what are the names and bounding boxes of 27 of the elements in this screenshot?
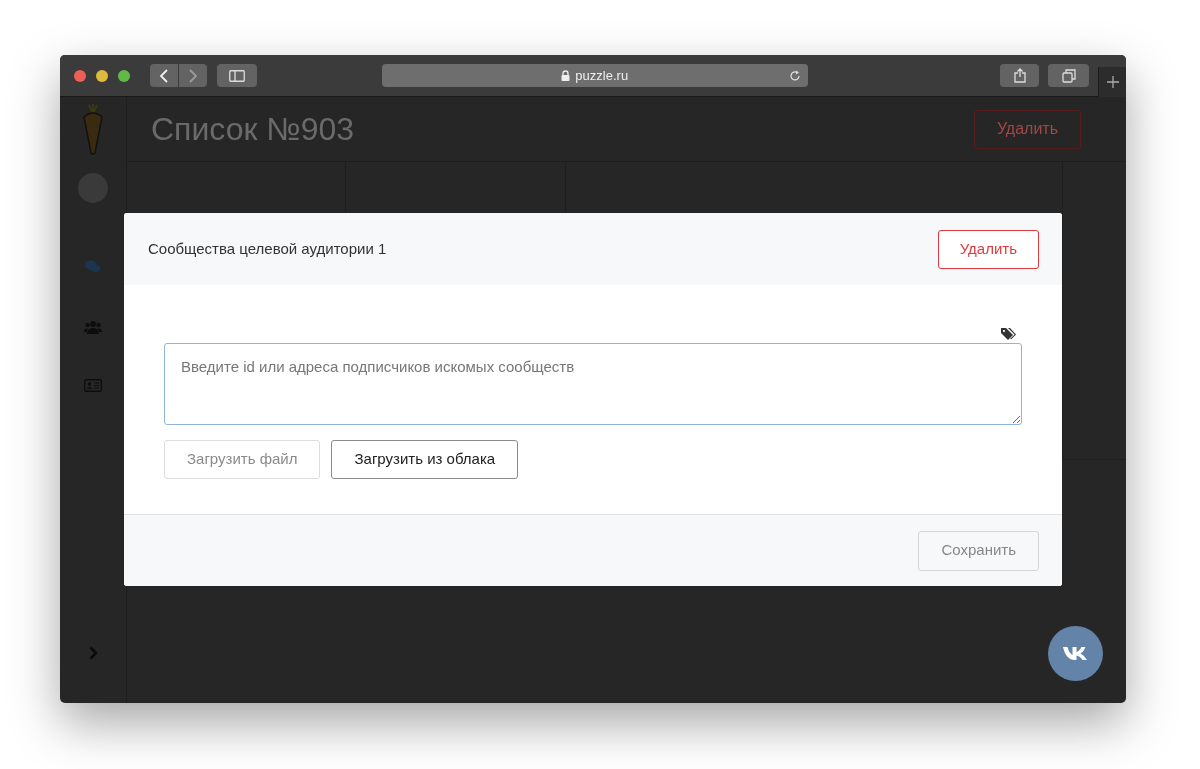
vk-logo-icon bbox=[1062, 646, 1089, 661]
share-icon bbox=[1013, 68, 1026, 83]
sidebar-toggle-button[interactable] bbox=[217, 64, 257, 87]
close-window-icon[interactable] bbox=[74, 69, 86, 82]
subscribers-input-field[interactable]: Введите id или адреса подписчиков искомых сообществ bbox=[164, 343, 1022, 425]
tabs-button[interactable] bbox=[1048, 64, 1090, 87]
url-text: puzzle.ru bbox=[575, 66, 629, 85]
modal-title: Сообщества целевой аудитории 1 bbox=[148, 238, 387, 259]
forward-icon bbox=[188, 68, 198, 83]
minimize-window-icon[interactable] bbox=[96, 69, 108, 82]
back-button[interactable] bbox=[150, 64, 178, 87]
plus-icon bbox=[1106, 75, 1119, 88]
sidebar-icon bbox=[228, 69, 245, 82]
share-button[interactable] bbox=[999, 64, 1040, 87]
zoom-window-icon[interactable] bbox=[118, 69, 130, 82]
tabs-icon bbox=[1061, 68, 1076, 83]
delete-button[interactable]: Удалить bbox=[973, 109, 1081, 149]
back-icon bbox=[159, 68, 169, 83]
reload-icon[interactable] bbox=[788, 69, 801, 82]
vk-chat-button[interactable] bbox=[1048, 626, 1103, 681]
delete-button[interactable]: Удалить bbox=[937, 229, 1039, 269]
new-tab-button[interactable] bbox=[1098, 66, 1126, 97]
lock-icon bbox=[561, 70, 571, 81]
address-bar[interactable]: puzzle.ru bbox=[381, 64, 808, 87]
page-title: Список №903 bbox=[151, 110, 355, 149]
tags-icon[interactable] bbox=[1001, 327, 1018, 341]
upload-button[interactable]: Загрузить из облака bbox=[331, 440, 519, 479]
